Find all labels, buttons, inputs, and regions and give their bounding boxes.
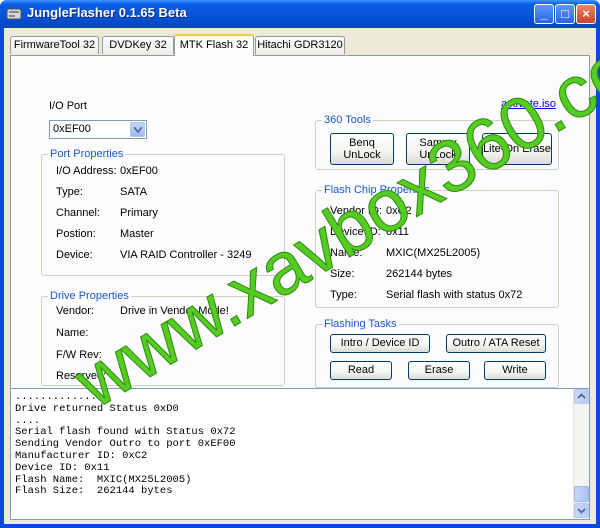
- port-channel-value: Primary: [120, 207, 158, 219]
- app-window: JungleFlasher 0.1.65 Beta _ □ × Firmware…: [0, 0, 600, 528]
- port-type-value: SATA: [120, 186, 148, 198]
- io-port-label: I/O Port: [49, 100, 87, 112]
- liteon-erase-button[interactable]: Lite-On Erase: [482, 133, 552, 165]
- flash-chip-title: Flash Chip Properties: [322, 184, 432, 196]
- port-device-value: VIA RAID Controller - 3249: [120, 249, 252, 261]
- tab-label: Hitachi GDR3120: [257, 39, 343, 51]
- drive-properties-title: Drive Properties: [48, 290, 131, 302]
- port-properties-group: Port Properties I/O Address: 0xEF00 Type…: [41, 148, 285, 276]
- maximize-icon: □: [561, 6, 569, 21]
- chevron-down-icon: [577, 508, 586, 514]
- tab-mtk-flash[interactable]: MTK Flash 32: [174, 34, 254, 56]
- title-bar[interactable]: JungleFlasher 0.1.65 Beta _ □ ×: [0, 0, 600, 28]
- tab-label: MTK Flash 32: [179, 39, 249, 51]
- log-text: ............... Drive returned Status 0x…: [15, 391, 236, 498]
- flash-name-label: Name:: [330, 247, 363, 259]
- drive-reserved-label: Reserved:: [56, 370, 107, 382]
- minimize-icon: _: [540, 6, 548, 21]
- minimize-button[interactable]: _: [534, 4, 554, 24]
- tab-firmwaretool[interactable]: FirmwareTool 32: [10, 36, 99, 54]
- flash-type-label: Type:: [330, 289, 357, 301]
- port-address-label: I/O Address:: [56, 165, 117, 177]
- flash-type-value: Serial flash with status 0x72: [386, 289, 523, 301]
- tab-label: FirmwareTool 32: [13, 39, 96, 51]
- outro-ata-reset-button[interactable]: Outro / ATA Reset: [446, 334, 546, 353]
- sammy-unlock-button[interactable]: Sammy UnLock: [406, 133, 470, 165]
- port-address-value: 0xEF00: [120, 165, 158, 177]
- drive-vendor-value: Drive in Vendor Mode!: [120, 305, 229, 317]
- app-icon: [6, 8, 22, 20]
- write-button[interactable]: Write: [484, 361, 546, 380]
- flash-name-value: MXIC(MX25L2005): [386, 247, 481, 259]
- log-console[interactable]: ............... Drive returned Status 0x…: [10, 388, 590, 520]
- tab-dvdkey[interactable]: DVDKey 32: [102, 36, 174, 54]
- close-icon: ×: [582, 6, 590, 21]
- port-properties-title: Port Properties: [48, 148, 126, 160]
- scroll-up-button[interactable]: [574, 389, 589, 404]
- flash-device-id-label: Device ID:: [330, 226, 381, 238]
- port-channel-label: Channel:: [56, 207, 101, 219]
- scroll-down-button[interactable]: [574, 503, 589, 518]
- log-scrollbar[interactable]: [573, 389, 589, 519]
- close-button[interactable]: ×: [576, 4, 596, 24]
- maximize-button[interactable]: □: [555, 4, 575, 24]
- drive-name-label: Name:: [56, 327, 89, 339]
- client-area: FirmwareTool 32 DVDKey 32 MTK Flash 32 H…: [4, 28, 596, 524]
- drive-vendor-label: Vendor:: [56, 305, 94, 317]
- flashing-tasks-group: Flashing Tasks Intro / Device ID Outro /…: [315, 318, 559, 388]
- tab-label: DVDKey 32: [109, 39, 167, 51]
- activate-iso-link[interactable]: activate.iso: [501, 98, 556, 110]
- port-type-label: Type:: [56, 186, 83, 198]
- erase-button[interactable]: Erase: [408, 361, 470, 380]
- benq-unlock-button[interactable]: Benq UnLock: [330, 133, 394, 165]
- port-position-label: Postion:: [56, 228, 96, 240]
- flash-vendor-id-value: 0xC2: [386, 205, 412, 217]
- tab-panel: I/O Port 0xEF00 activate.iso Port Proper…: [10, 55, 590, 393]
- io-port-value: 0xEF00: [53, 123, 91, 135]
- chevron-down-icon[interactable]: [130, 122, 145, 137]
- flash-size-label: Size:: [330, 268, 355, 280]
- tools-360-title: 360 Tools: [322, 114, 373, 126]
- io-port-select[interactable]: 0xEF00: [49, 120, 147, 139]
- tab-hitachi[interactable]: Hitachi GDR3120: [255, 36, 345, 54]
- intro-device-id-button[interactable]: Intro / Device ID: [330, 334, 430, 353]
- read-button[interactable]: Read: [330, 361, 392, 380]
- chevron-up-icon: [577, 393, 586, 399]
- flash-device-id-value: 0x11: [386, 226, 410, 238]
- flash-size-value: 262144 bytes: [386, 268, 453, 280]
- tools-360-group: 360 Tools Benq UnLock Sammy UnLock Lite-…: [315, 114, 559, 170]
- port-position-value: Master: [120, 228, 154, 240]
- port-device-label: Device:: [56, 249, 93, 261]
- drive-fw-label: F/W Rev:: [56, 349, 102, 361]
- flashing-tasks-title: Flashing Tasks: [322, 318, 399, 330]
- flash-chip-group: Flash Chip Properties Vendor ID: 0xC2 De…: [315, 184, 559, 308]
- drive-properties-group: Drive Properties Vendor: Drive in Vendor…: [41, 290, 285, 386]
- scroll-thumb[interactable]: [574, 486, 589, 502]
- flash-vendor-id-label: Vendor ID:: [330, 205, 382, 217]
- window-title: JungleFlasher 0.1.65 Beta: [27, 5, 187, 20]
